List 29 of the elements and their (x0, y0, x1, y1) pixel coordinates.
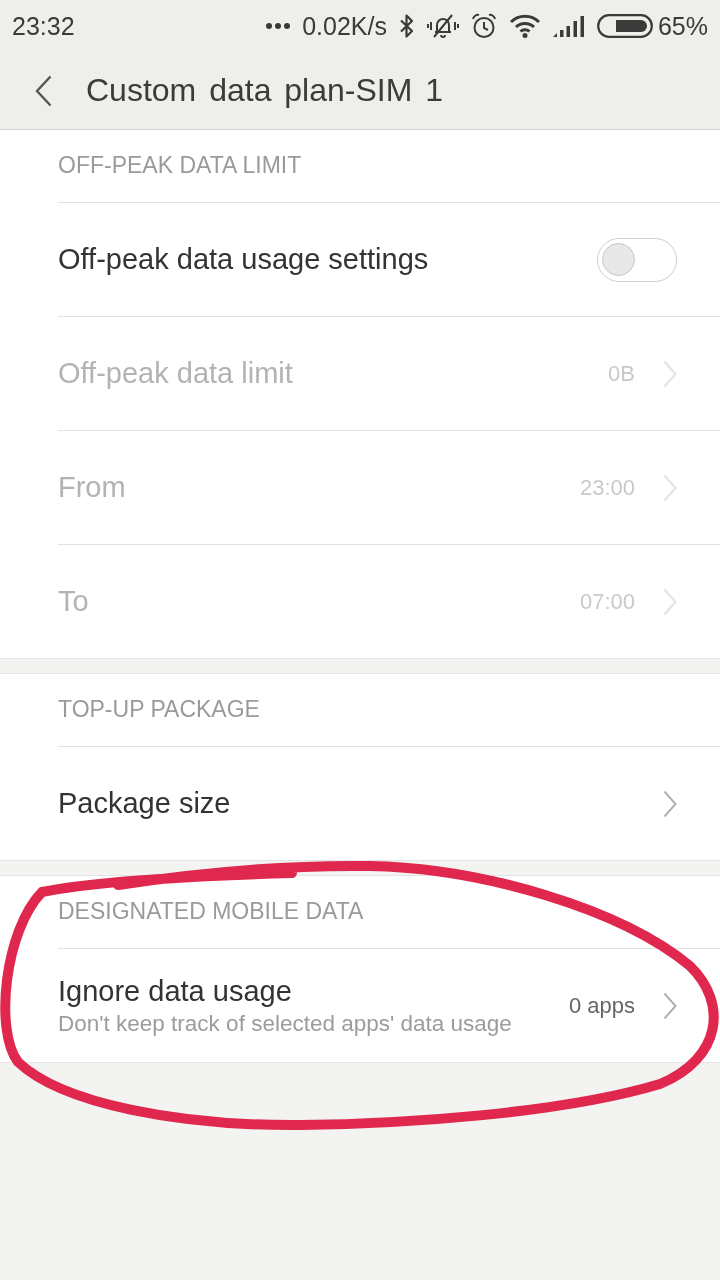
more-dots-icon (266, 23, 291, 29)
page-title: Custom data plan-SIM 1 (86, 72, 444, 109)
setting-label: From (58, 471, 126, 504)
bell-off-icon (426, 13, 459, 39)
battery-icon (596, 14, 653, 38)
battery-percent: 65% (657, 11, 708, 41)
bluetooth-icon (398, 13, 415, 39)
setting-label[interactable]: Package size (58, 787, 231, 820)
setting-label: To (58, 585, 89, 618)
alarm-clock-icon (470, 13, 497, 39)
signal-icon (552, 15, 585, 37)
section-header: OFF-PEAK DATA LIMIT (58, 153, 302, 179)
wifi-icon (508, 14, 541, 38)
back-icon[interactable] (35, 74, 52, 107)
section-header: TOP-UP PACKAGE (58, 697, 260, 723)
setting-label: Off-peak data limit (58, 357, 293, 390)
chevron-icon (663, 991, 677, 1020)
setting-label[interactable]: Ignore data usage (58, 974, 512, 1008)
setting-label[interactable]: Off-peak data usage settings (58, 243, 429, 276)
network-speed: 0.02K/s (302, 11, 387, 41)
section-header: DESIGNATED MOBILE DATA (58, 899, 364, 925)
setting-description: Don't keep track of selected apps' data usage (58, 1010, 512, 1037)
chevron-icon (663, 587, 677, 616)
toggle-switch[interactable] (597, 237, 677, 282)
chevron-icon (663, 473, 677, 502)
clock-time: 23:32 (12, 11, 75, 41)
setting-value: 0 apps (568, 992, 635, 1019)
chevron-icon (663, 359, 677, 388)
chevron-icon (663, 789, 677, 818)
